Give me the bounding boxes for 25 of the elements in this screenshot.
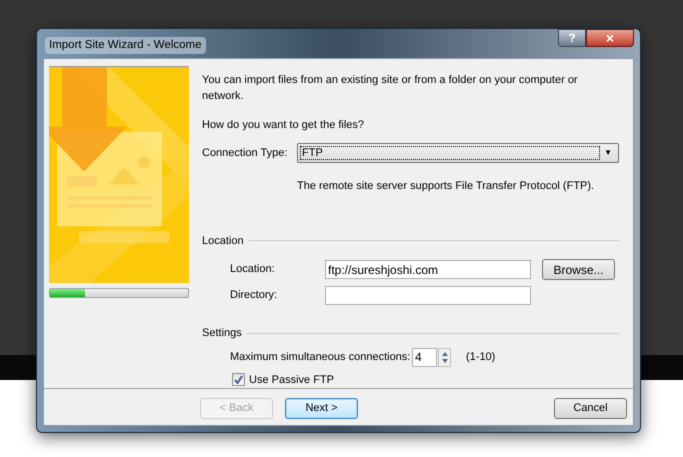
passive-ftp-checkbox[interactable] xyxy=(232,373,245,386)
dropdown-arrow-icon: ▼ xyxy=(600,147,616,159)
spin-buttons[interactable] xyxy=(438,348,451,366)
directory-label: Directory: xyxy=(230,288,278,304)
connections-spin-field[interactable]: 4 xyxy=(412,348,437,366)
down-arrow-icon xyxy=(442,358,448,362)
connection-type-label: Connection Type: xyxy=(202,146,288,161)
connection-type-dropdown[interactable]: FTP ▼ xyxy=(297,143,619,163)
location-field[interactable]: ftp://sureshjoshi.com xyxy=(325,260,531,279)
connections-range: (1-10) xyxy=(466,350,496,365)
connection-note: The remote site server supports File Transfer Protocol (FTP). xyxy=(297,179,596,194)
next-button[interactable]: Next > xyxy=(285,398,358,419)
directory-field[interactable] xyxy=(325,286,531,305)
location-label: Location: xyxy=(230,262,276,278)
browse-button[interactable]: Browse... xyxy=(542,259,615,280)
intro-text: You can import files from an existing site or from a folder on your computer or network. xyxy=(202,72,579,104)
passive-ftp-label: Use Passive FTP xyxy=(249,372,334,388)
max-connections-label: Maximum simultaneous connections: xyxy=(230,350,412,365)
settings-group-title: Settings xyxy=(202,326,242,341)
location-group-title: Location xyxy=(202,234,244,248)
up-arrow-icon xyxy=(442,352,448,356)
question-text: How do you want to get the files? xyxy=(202,118,366,132)
window-title: Import Site Wizard - Welcome xyxy=(45,37,206,54)
cancel-button[interactable]: Cancel xyxy=(554,398,627,419)
checkmark-icon xyxy=(234,375,243,384)
